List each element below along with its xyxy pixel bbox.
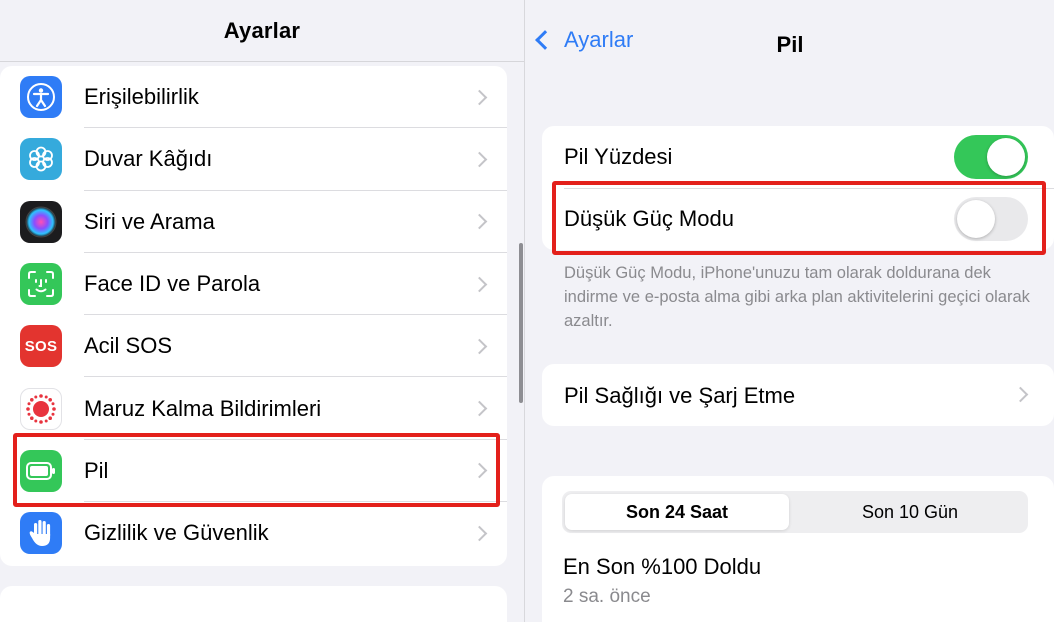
settings-item-accessibility[interactable]: Erişilebilirlik bbox=[0, 66, 507, 129]
accessibility-icon bbox=[20, 76, 62, 119]
toggle-knob bbox=[987, 138, 1025, 176]
last-charge-title: En Son %100 Doldu bbox=[563, 554, 762, 579]
settings-item-label: Gizlilik ve Güvenlik bbox=[84, 520, 269, 546]
scrollbar[interactable] bbox=[519, 243, 523, 403]
chevron-right-icon bbox=[471, 338, 488, 355]
last-charge-time: 2 sa. önce bbox=[563, 586, 651, 607]
settings-item-label: Face ID ve Parola bbox=[84, 271, 261, 297]
settings-item-exposure-notifications[interactable]: Maruz Kalma Bildirimleri bbox=[0, 378, 507, 440]
sos-icon: SOS bbox=[20, 325, 62, 368]
battery-highlight-box bbox=[13, 433, 500, 507]
hand-icon bbox=[20, 512, 62, 555]
low-power-highlight-box bbox=[552, 181, 1046, 255]
settings-item-label: Duvar Kâğıdı bbox=[84, 146, 213, 172]
segment-last-24-hours[interactable]: Son 24 Saat bbox=[565, 494, 789, 530]
chevron-right-icon bbox=[1012, 386, 1029, 403]
settings-item-emergency-sos[interactable]: SOS Acil SOS bbox=[0, 315, 507, 378]
time-range-segmented-control: Son 24 Saat Son 10 Gün bbox=[562, 491, 1028, 533]
settings-item-siri[interactable]: Siri ve Arama bbox=[0, 191, 507, 253]
chevron-right-icon bbox=[471, 525, 488, 542]
low-power-footnote: Düşük Güç Modu, iPhone'unuzu tam olarak … bbox=[564, 264, 1030, 330]
sidebar-title: Ayarlar bbox=[0, 0, 524, 62]
battery-percentage-toggle[interactable] bbox=[954, 135, 1028, 179]
settings-item-label: Erişilebilirlik bbox=[84, 84, 199, 110]
settings-item-label: Acil SOS bbox=[84, 333, 173, 359]
settings-next-group bbox=[0, 586, 507, 622]
chevron-right-icon bbox=[471, 276, 488, 292]
segment-last-10-days[interactable]: Son 10 Gün bbox=[795, 494, 1025, 530]
wallpaper-icon bbox=[20, 138, 62, 181]
face-id-icon bbox=[20, 263, 62, 306]
battery-health-row[interactable]: Pil Sağlığı ve Şarj Etme bbox=[542, 364, 1054, 426]
settings-sidebar: Ayarlar Erişilebilirlik Duvar Kâğıdı Sir… bbox=[0, 0, 525, 622]
battery-usage-card: Son 24 Saat Son 10 Gün En Son %100 Doldu… bbox=[542, 476, 1054, 622]
chevron-right-icon bbox=[471, 151, 488, 168]
settings-item-label: Maruz Kalma Bildirimleri bbox=[84, 395, 322, 421]
siri-icon bbox=[20, 200, 62, 243]
battery-detail-pane: Ayarlar Pil Pil Yüzdesi Düşük Güç Modu D… bbox=[526, 0, 1054, 622]
chevron-right-icon bbox=[471, 89, 488, 105]
page-title: Pil bbox=[776, 32, 804, 57]
settings-item-privacy[interactable]: Gizlilik ve Güvenlik bbox=[0, 502, 507, 564]
settings-item-label: Siri ve Arama bbox=[84, 208, 215, 234]
battery-percentage-row: Pil Yüzdesi bbox=[542, 126, 1054, 188]
chevron-right-icon bbox=[471, 400, 488, 417]
settings-item-face-id[interactable]: Face ID ve Parola bbox=[0, 253, 507, 316]
exposure-notification-icon bbox=[20, 387, 62, 430]
settings-item-wallpaper[interactable]: Duvar Kâğıdı bbox=[0, 128, 507, 191]
chevron-right-icon bbox=[471, 213, 488, 230]
battery-health-label: Pil Sağlığı ve Şarj Etme bbox=[564, 383, 796, 408]
battery-percentage-label: Pil Yüzdesi bbox=[564, 144, 673, 169]
